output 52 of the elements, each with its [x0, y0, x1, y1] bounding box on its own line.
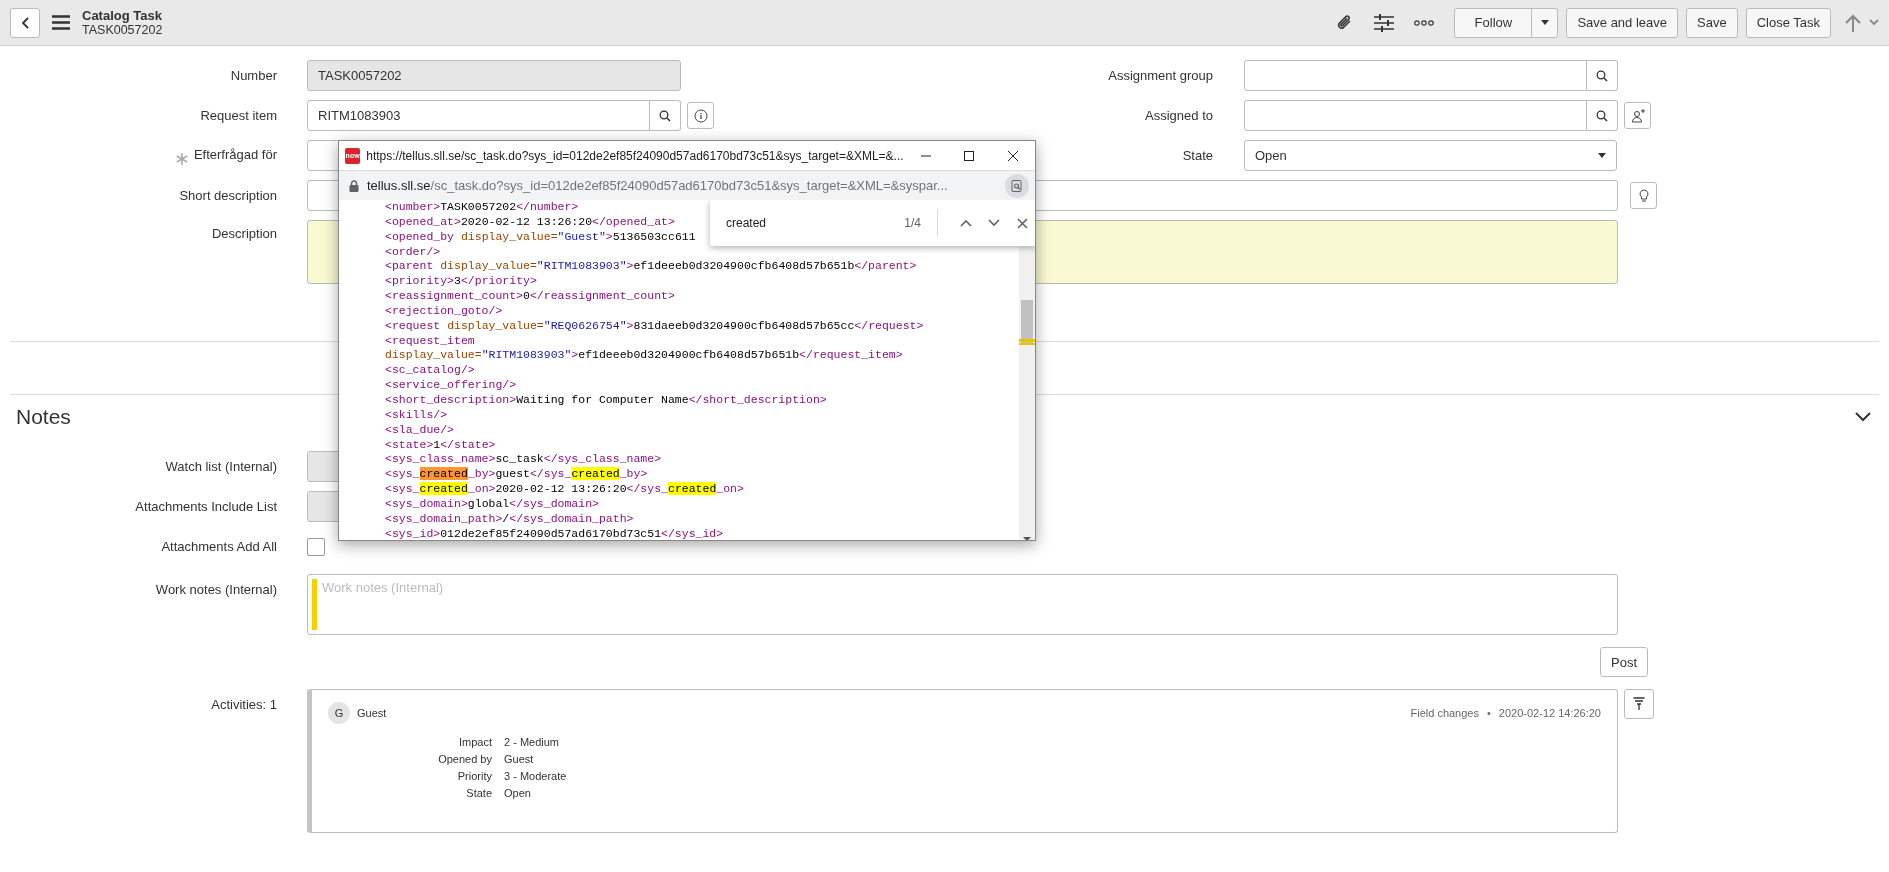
code-line: <request display_value="REQ0626754">831daeeb0d3204900cfb6408d57b65cc</request> [385, 318, 924, 334]
field-label: Efterfrågad för [193, 146, 277, 162]
change-label: Opened by [437, 753, 492, 765]
field-label: Watch list (Internal) [165, 459, 277, 474]
field-label: Assigned to [1145, 108, 1213, 123]
code-line: <state>1</state> [385, 437, 496, 453]
code-line: <opened_by display_value="Guest">5136503cc611 [385, 229, 696, 245]
field-label: Request item [200, 108, 277, 123]
separator-dot: • [1487, 707, 1491, 719]
code-line: <service_offering/> [385, 378, 517, 393]
section-title: Notes [16, 405, 71, 429]
change-value: 2 - Medium [504, 736, 561, 748]
window-title: https://tellus.sll.se/sc_task.do?sys_id=012de2ef85f24090d57ad6170bd73c51&sys_target=&XML=&... [366, 148, 904, 163]
change-value: 3 - Moderate [504, 770, 567, 782]
change-label: Priority [456, 770, 492, 782]
avatar: G [328, 702, 350, 724]
change-value: Guest [504, 753, 535, 765]
field-label: Work notes (Internal) [155, 582, 277, 597]
code-line: <parent display_value="RITM1083903">ef1deeeb0d3204900cfb6408d57b651b</parent> [385, 259, 917, 275]
code-line: display_value="RITM1083903">ef1deeeb0d3204900cfb6408d57b651b</request_item> [385, 348, 903, 364]
code-line: <sys_class_name>sc_task</sys_class_name> [385, 452, 662, 468]
entry-type: Field changes [1410, 707, 1479, 719]
code-line: <order/> [385, 244, 441, 260]
field-label: Activities: 1 [211, 697, 277, 712]
code-line: <short_description>Waiting for Computer Name</short_description> [385, 392, 827, 408]
author-name: Guest [357, 707, 387, 719]
code-line: <reassignment_count>0</reassignment_count> [385, 289, 675, 304]
code-line: <opened_at>2020-02-12 13:26:20</opened_at> [385, 214, 675, 230]
field-label: Attachments Add All [161, 539, 277, 554]
change-label: State [465, 787, 492, 799]
field-label: Description [211, 226, 277, 241]
entry-time: 2020-02-12 14:26:20 [1498, 707, 1601, 719]
field-label: Number [230, 68, 277, 83]
field-label: State [1182, 148, 1213, 163]
field-label: Short description [179, 188, 277, 203]
change-value: Open [504, 787, 532, 799]
field-label: Assignment group [1108, 68, 1213, 83]
code-line: <sla_due/> [385, 422, 454, 438]
record-number: TASK0057202 [82, 22, 163, 37]
match-count: 1/4 [904, 216, 921, 230]
form-title: Catalog Task [82, 8, 163, 23]
field-label: Attachments Include List [135, 499, 277, 514]
code-line: <sys_id>012de2ef85f24090d57ad6170bd73c51</sys_id> [385, 526, 724, 540]
code-line: <skills/> [385, 407, 448, 423]
code-line: <sys_domain>global</sys_domain> [385, 496, 599, 512]
code-line: <priority>3</priority> [385, 274, 537, 290]
change-label: Impact [458, 736, 492, 748]
code-line: <sys_domain_path>/</sys_domain_path> [385, 511, 634, 527]
code-line: <sc_catalog/> [385, 363, 475, 379]
code-line: <request_item [385, 333, 475, 349]
code-line: <number>TASK0057202</number> [385, 200, 579, 215]
code-line: <rejection_goto/> [385, 303, 503, 319]
